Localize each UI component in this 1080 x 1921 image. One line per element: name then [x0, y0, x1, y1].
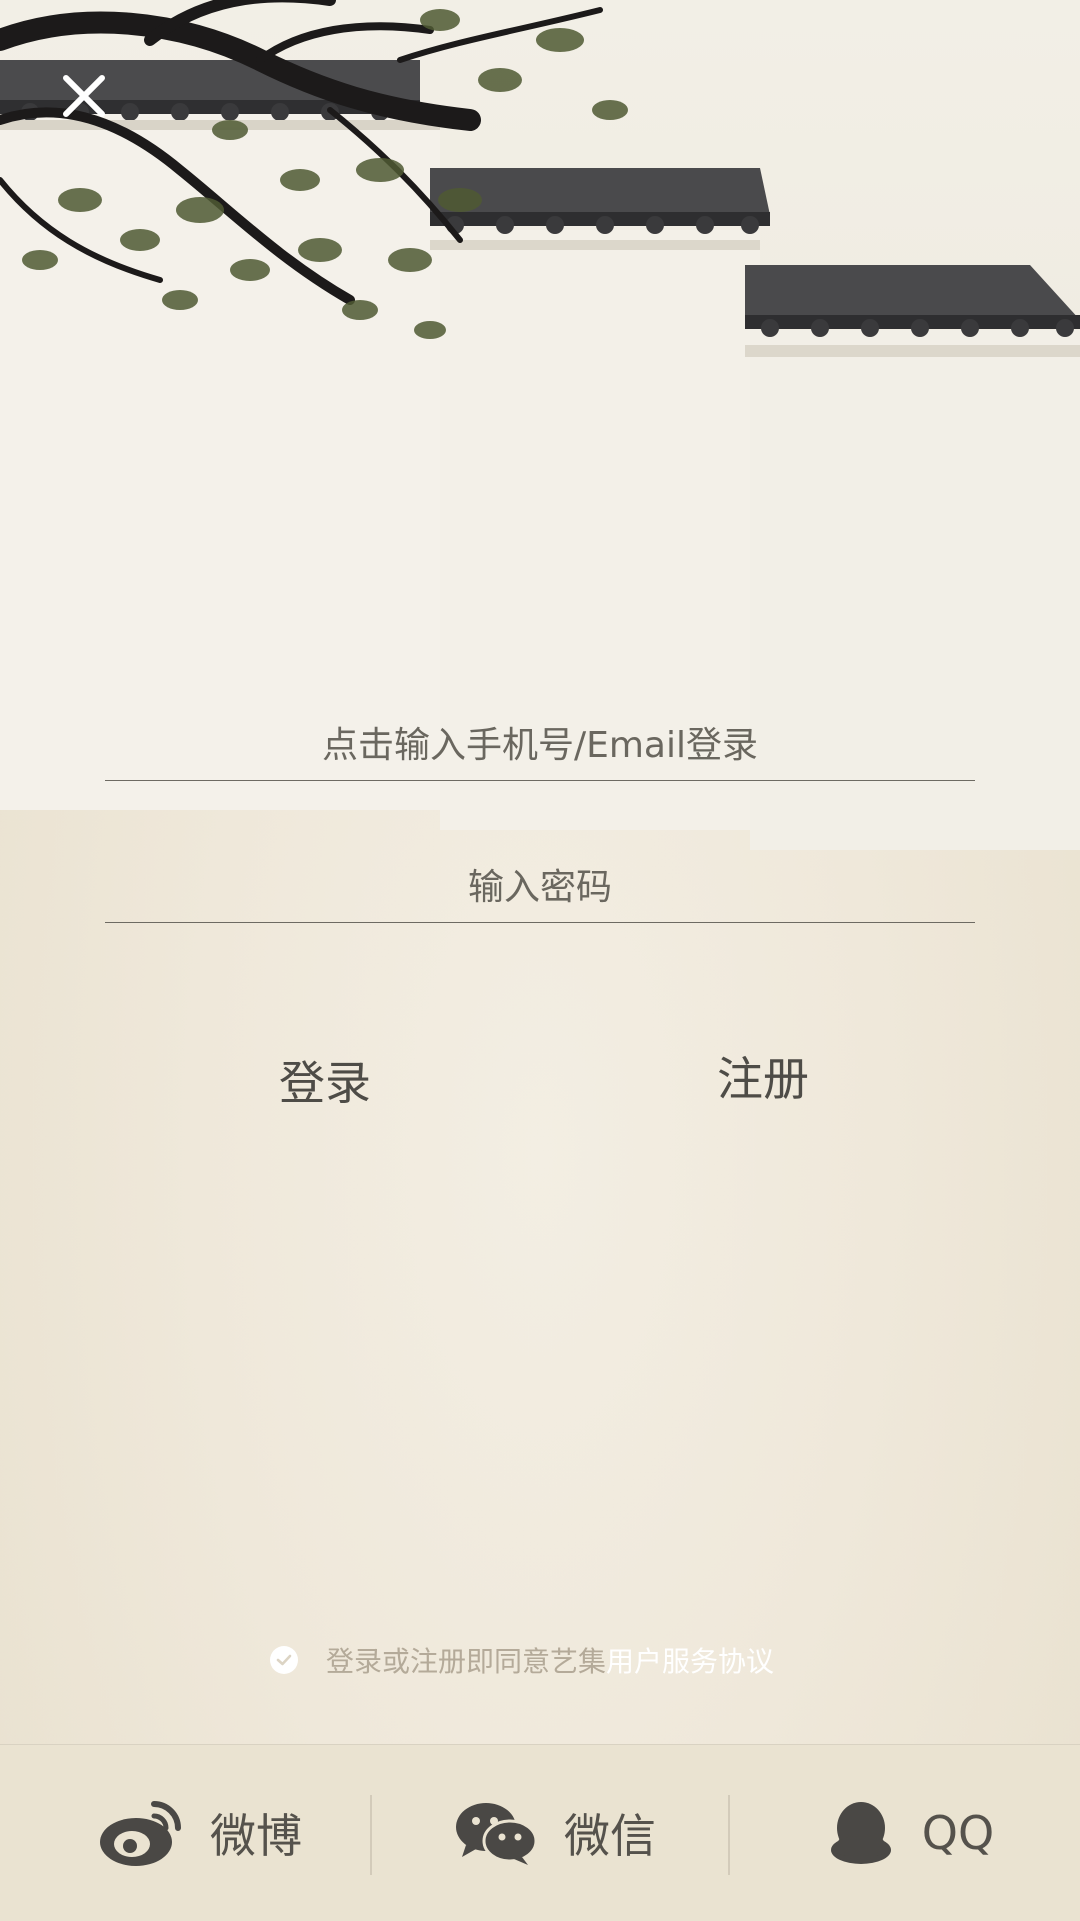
- divider: [370, 1795, 372, 1875]
- close-button[interactable]: [60, 72, 108, 120]
- agreement-checkbox[interactable]: [270, 1646, 298, 1674]
- register-button[interactable]: 注册: [633, 1036, 893, 1116]
- qq-icon: [830, 1802, 891, 1864]
- agreement-link[interactable]: 用户服务协议: [606, 1645, 774, 1678]
- close-icon: [63, 75, 105, 117]
- account-field[interactable]: [105, 710, 975, 781]
- weibo-login-button[interactable]: 微博: [30, 1745, 370, 1921]
- social-login-bar: 微博 微信 QQ: [0, 1744, 1080, 1921]
- weibo-label: 微博: [210, 1809, 302, 1863]
- account-input[interactable]: [105, 723, 975, 767]
- check-icon: [276, 1654, 292, 1666]
- password-input[interactable]: [105, 865, 975, 909]
- password-field[interactable]: [105, 852, 975, 923]
- agreement-row: 登录或注册即同意艺集用户服务协议: [270, 1640, 774, 1680]
- wechat-login-button[interactable]: 微信: [385, 1745, 725, 1921]
- login-button[interactable]: 登录: [195, 1040, 455, 1120]
- background-scene: [0, 0, 1080, 850]
- divider: [728, 1795, 730, 1875]
- wechat-label: 微信: [564, 1809, 656, 1863]
- qq-label: QQ: [921, 1806, 995, 1860]
- weibo-icon: [100, 1801, 181, 1866]
- wechat-icon: [456, 1803, 538, 1865]
- agreement-text: 登录或注册即同意艺集: [326, 1645, 607, 1678]
- qq-login-button[interactable]: QQ: [740, 1745, 1080, 1921]
